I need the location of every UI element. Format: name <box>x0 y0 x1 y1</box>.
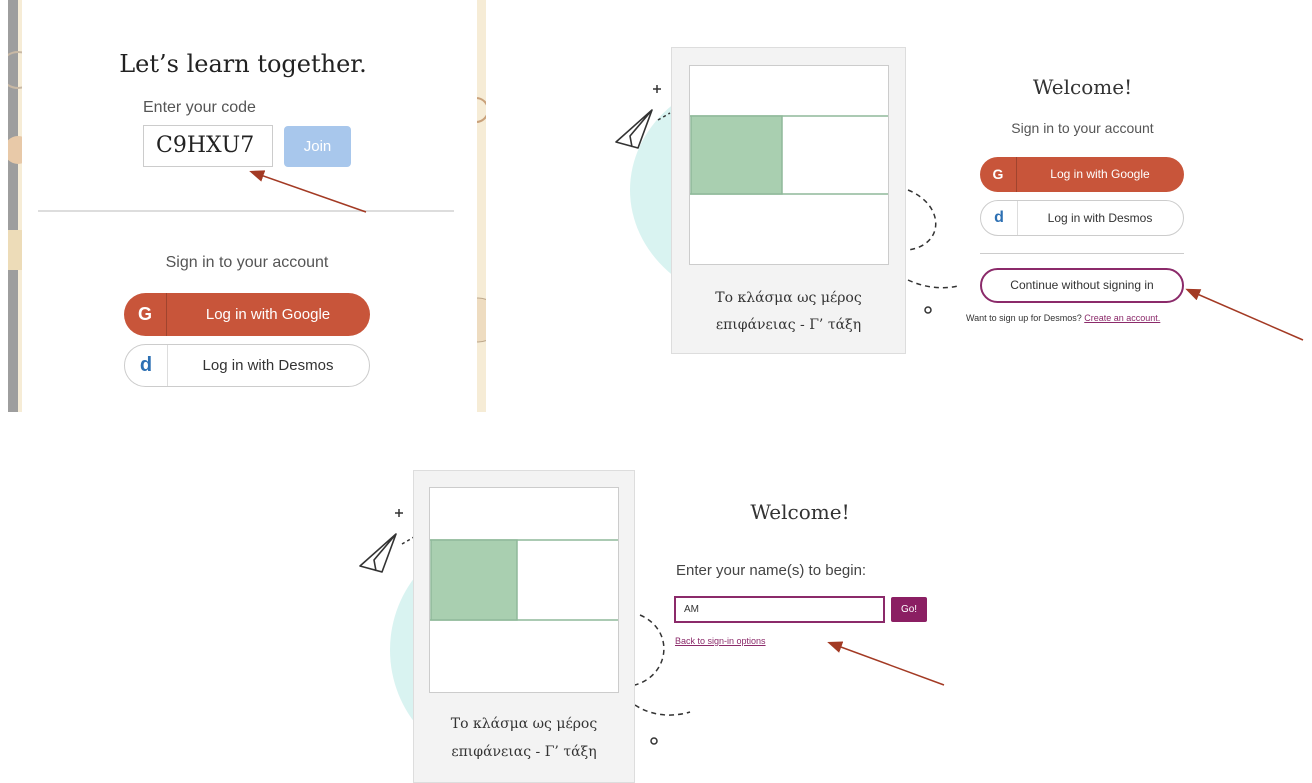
arrow-to-code-input <box>249 170 367 213</box>
arrow-to-continue-button <box>1185 288 1304 341</box>
annotation-arrows <box>249 170 1304 686</box>
arrow-to-name-input <box>827 641 945 686</box>
